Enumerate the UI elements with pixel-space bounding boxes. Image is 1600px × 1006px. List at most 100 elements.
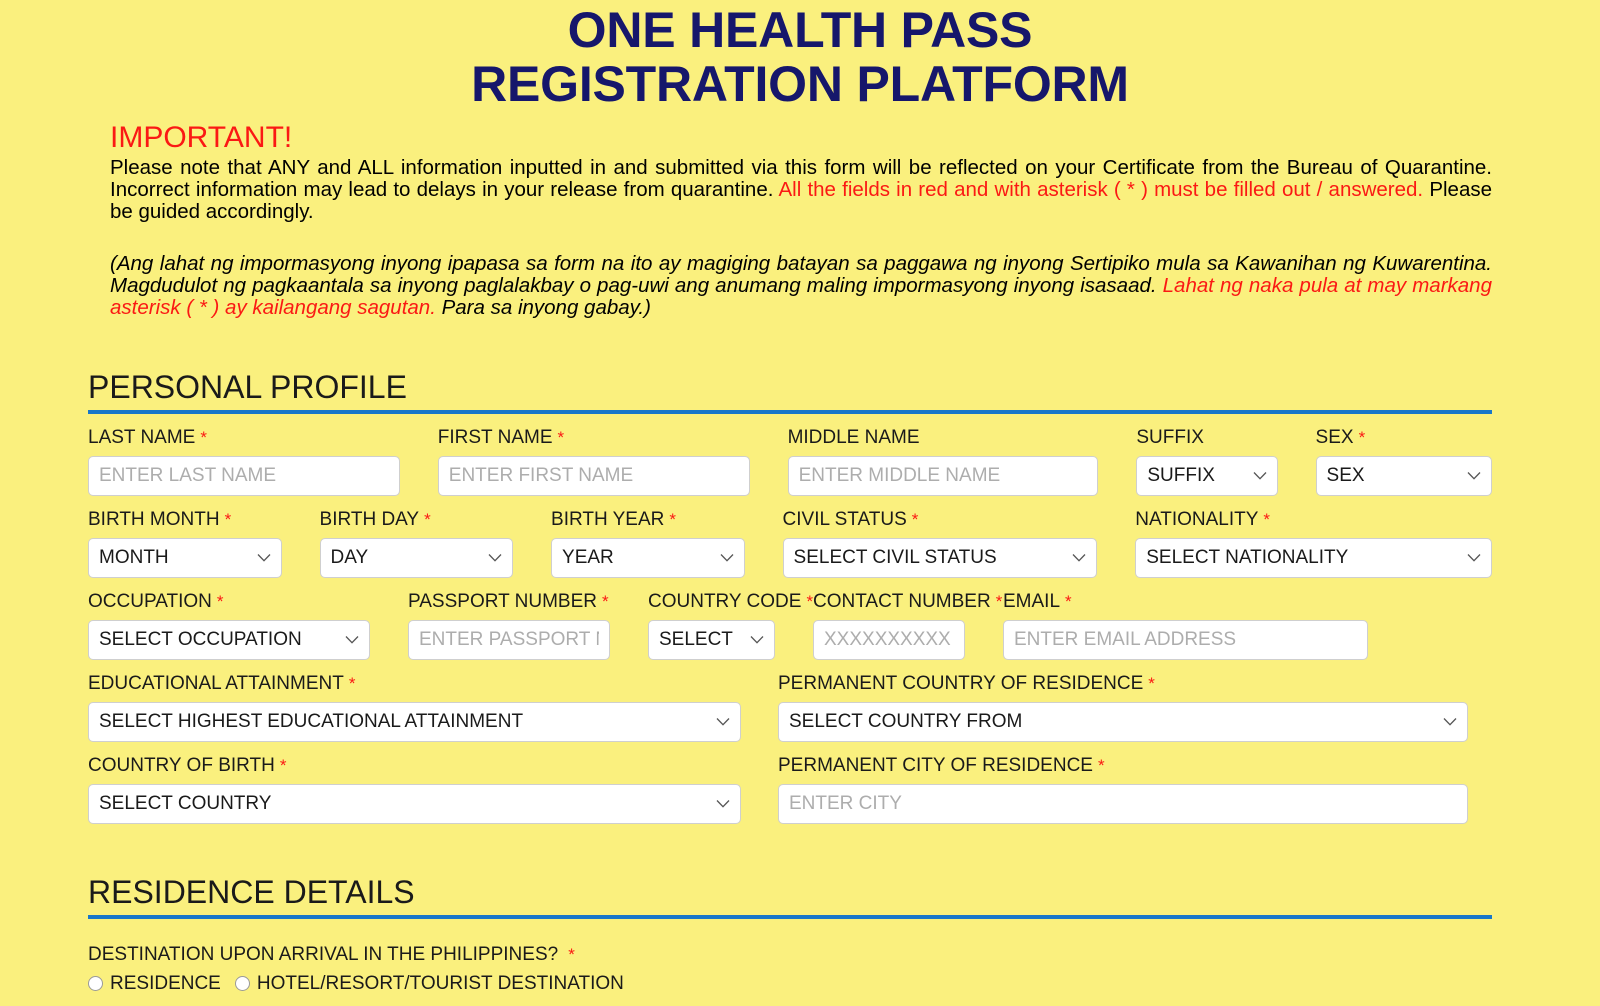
first-name-input[interactable] [437, 455, 750, 496]
form-row-birth: BIRTH MONTH * MONTH BIRTH DAY * DAY BIRTH … [88, 510, 1492, 578]
label-country-of-birth-text: COUNTRY OF BIRTH [88, 754, 275, 776]
label-permanent-city-of-residence-text: PERMANENT CITY OF RESIDENCE [778, 754, 1093, 776]
radio-option-hotel-label: HOTEL/RESORT/TOURIST DESTINATION [256, 972, 624, 994]
field-birth-month: BIRTH MONTH * MONTH [88, 510, 320, 578]
required-asterisk: * [669, 509, 676, 529]
label-destination-question-text: DESTINATION UPON ARRIVAL IN THE PHILIPPI… [88, 943, 559, 965]
educational-attainment-select-wrap: SELECT HIGHEST EDUCATIONAL ATTAINMENT [88, 701, 741, 742]
country-code-select[interactable]: SELECT [648, 619, 775, 660]
field-suffix: SUFFIX SUFFIX [1136, 428, 1315, 496]
label-birth-day: BIRTH DAY * [320, 510, 514, 529]
required-asterisk: * [1148, 673, 1155, 693]
label-last-name-text: LAST NAME [88, 426, 196, 448]
label-passport-number-text: PASSPORT NUMBER [408, 590, 597, 612]
required-asterisk: * [911, 509, 919, 529]
label-contact-number: CONTACT NUMBER * [813, 592, 1002, 611]
label-birth-day-text: BIRTH DAY [319, 508, 420, 530]
form-row-birth-country-city: COUNTRY OF BIRTH * SELECT COUNTRY PERMANE… [88, 756, 1492, 824]
section-divider [88, 409, 1492, 414]
label-sex-text: SEX [1315, 426, 1354, 448]
field-sex: SEX * SEX [1315, 426, 1493, 496]
nationality-select-wrap: SELECT NATIONALITY [1135, 537, 1492, 578]
registration-page: ONE HEALTH PASS REGISTRATION PLATFORM IM… [0, 0, 1600, 993]
country-code-select-wrap: SELECT [648, 619, 775, 660]
label-educational-attainment-text: EDUCATIONAL ATTAINMENT [88, 672, 344, 694]
page-title-line-1: ONE HEALTH PASS [567, 2, 1033, 58]
label-birth-year-text: BIRTH YEAR [551, 508, 665, 530]
label-email: EMAIL * [1003, 592, 1368, 611]
occupation-select[interactable]: SELECT OCCUPATION [88, 619, 370, 660]
field-permanent-city-of-residence: PERMANENT CITY OF RESIDENCE * [778, 756, 1468, 824]
radio-button-icon[interactable] [88, 975, 103, 991]
notice-filipino-part2: Para sa inyong gabay.) [435, 295, 651, 319]
required-asterisk: * [279, 755, 287, 775]
label-occupation-text: OCCUPATION [88, 590, 212, 612]
field-middle-name: MIDDLE NAME [787, 428, 1137, 496]
birth-year-select[interactable]: YEAR [551, 537, 745, 578]
suffix-select-wrap: SUFFIX [1136, 455, 1278, 496]
birth-day-select-wrap: DAY [319, 537, 514, 578]
label-civil-status: CIVIL STATUS * [783, 510, 1098, 529]
label-passport-number: PASSPORT NUMBER * [408, 592, 610, 611]
last-name-input[interactable] [88, 455, 400, 496]
label-first-name: FIRST NAME * [438, 428, 750, 447]
field-occupation: OCCUPATION * SELECT OCCUPATION [88, 592, 408, 660]
notice-english-red: All the fields in red and with asterisk … [778, 177, 1424, 201]
label-occupation: OCCUPATION * [88, 592, 370, 611]
field-birth-year: BIRTH YEAR * YEAR [551, 510, 783, 578]
section-personal-profile: PERSONAL PROFILE [88, 371, 1492, 414]
radio-option-hotel-resort-tourist-destination[interactable]: HOTEL/RESORT/TOURIST DESTINATION [234, 972, 624, 994]
page-title-line-2: REGISTRATION PLATFORM [471, 55, 1129, 112]
country-of-birth-select-wrap: SELECT COUNTRY [88, 783, 741, 824]
label-birth-month: BIRTH MONTH * [88, 510, 282, 529]
destination-radio-group: RESIDENCE HOTEL/RESORT/TOURIST DESTINATI… [88, 974, 1492, 993]
birth-day-select[interactable]: DAY [319, 537, 514, 578]
permanent-city-of-residence-input[interactable] [778, 783, 1468, 824]
label-educational-attainment: EDUCATIONAL ATTAINMENT * [88, 674, 741, 693]
section-title-residence-details: RESIDENCE DETAILS [88, 873, 415, 910]
birth-month-select[interactable]: MONTH [88, 537, 282, 578]
form-row-education-residence: EDUCATIONAL ATTAINMENT * SELECT HIGHEST E… [88, 674, 1492, 742]
middle-name-input[interactable] [787, 455, 1099, 496]
label-contact-number-text: CONTACT NUMBER [813, 590, 991, 612]
label-permanent-country-of-residence: PERMANENT COUNTRY OF RESIDENCE * [778, 674, 1468, 693]
section-title-personal-profile: PERSONAL PROFILE [88, 368, 407, 405]
civil-status-select[interactable]: SELECT CIVIL STATUS [782, 537, 1098, 578]
radio-button-icon[interactable] [234, 975, 250, 991]
label-destination-question: DESTINATION UPON ARRIVAL IN THE PHILIPPI… [88, 945, 1492, 964]
label-suffix-text: SUFFIX [1136, 426, 1204, 448]
permanent-country-of-residence-select[interactable]: SELECT COUNTRY FROM [778, 701, 1468, 742]
email-input[interactable] [1003, 619, 1368, 660]
required-asterisk: * [348, 673, 356, 693]
educational-attainment-select[interactable]: SELECT HIGHEST EDUCATIONAL ATTAINMENT [88, 701, 741, 742]
suffix-select[interactable]: SUFFIX [1136, 455, 1278, 496]
label-middle-name: MIDDLE NAME [788, 428, 1099, 447]
field-country-of-birth: COUNTRY OF BIRTH * SELECT COUNTRY [88, 756, 778, 824]
label-birth-month-text: BIRTH MONTH [88, 508, 220, 530]
label-nationality-text: NATIONALITY [1135, 508, 1259, 530]
field-email: EMAIL * [1003, 592, 1368, 660]
birth-year-select-wrap: YEAR [551, 537, 745, 578]
section-divider [88, 914, 1492, 919]
passport-number-input[interactable] [408, 619, 610, 660]
section-residence-details: RESIDENCE DETAILS [88, 876, 1492, 919]
sex-select-wrap: SEX [1315, 455, 1493, 496]
required-asterisk: * [1358, 427, 1366, 447]
form-row-names: LAST NAME* FIRST NAME* MIDDLE NAME SUFFI… [88, 426, 1493, 496]
field-permanent-country-of-residence: PERMANENT COUNTRY OF RESIDENCE * SELECT C… [778, 674, 1468, 742]
label-middle-name-text: MIDDLE NAME [787, 426, 920, 448]
field-first-name: FIRST NAME * [437, 428, 788, 496]
nationality-select[interactable]: SELECT NATIONALITY [1135, 537, 1492, 578]
required-asterisk: * [200, 427, 207, 447]
civil-status-select-wrap: SELECT CIVIL STATUS [782, 537, 1098, 578]
field-nationality: NATIONALITY * SELECT NATIONALITY [1135, 510, 1492, 578]
contact-number-input[interactable] [813, 619, 965, 660]
required-asterisk: * [424, 509, 431, 529]
radio-option-residence[interactable]: RESIDENCE [88, 974, 221, 993]
label-civil-status-text: CIVIL STATUS [782, 508, 907, 530]
required-asterisk: * [602, 591, 609, 611]
label-permanent-country-of-residence-text: PERMANENT COUNTRY OF RESIDENCE [778, 672, 1144, 694]
notice-paragraph-filipino: (Ang lahat ng impormasyong inyong ipapas… [110, 252, 1492, 319]
sex-select[interactable]: SEX [1315, 455, 1493, 496]
country-of-birth-select[interactable]: SELECT COUNTRY [88, 783, 741, 824]
